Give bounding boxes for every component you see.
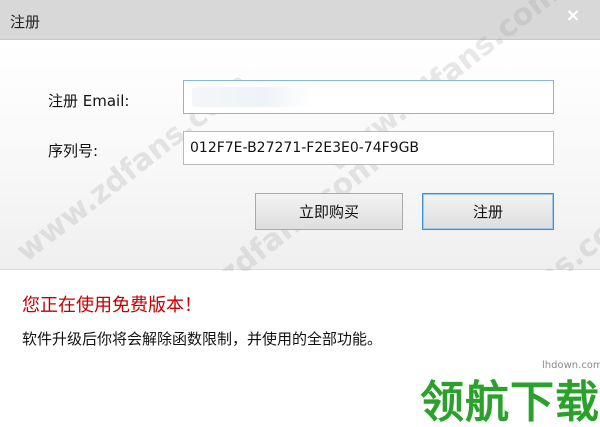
window-title: 注册 bbox=[10, 13, 41, 31]
register-button[interactable]: 注册 bbox=[422, 193, 554, 230]
email-field[interactable] bbox=[183, 80, 554, 114]
redacted-email bbox=[192, 87, 312, 107]
title-bar: 注册 × bbox=[0, 0, 600, 40]
close-icon[interactable]: × bbox=[562, 4, 584, 26]
serial-label: 序列号: bbox=[48, 142, 99, 160]
site-logo: 领航下载 bbox=[420, 377, 600, 427]
serial-field[interactable]: 012F7E-B27271-F2E3E0-74F9GB bbox=[183, 131, 554, 165]
email-label: 注册 Email: bbox=[48, 92, 130, 110]
free-version-warning: 您正在使用免费版本！ bbox=[22, 295, 202, 316]
upgrade-info: 软件升级后你将会解除函数限制，并使用的全部功能。 bbox=[22, 330, 383, 348]
buy-now-button[interactable]: 立即购买 bbox=[255, 193, 403, 230]
